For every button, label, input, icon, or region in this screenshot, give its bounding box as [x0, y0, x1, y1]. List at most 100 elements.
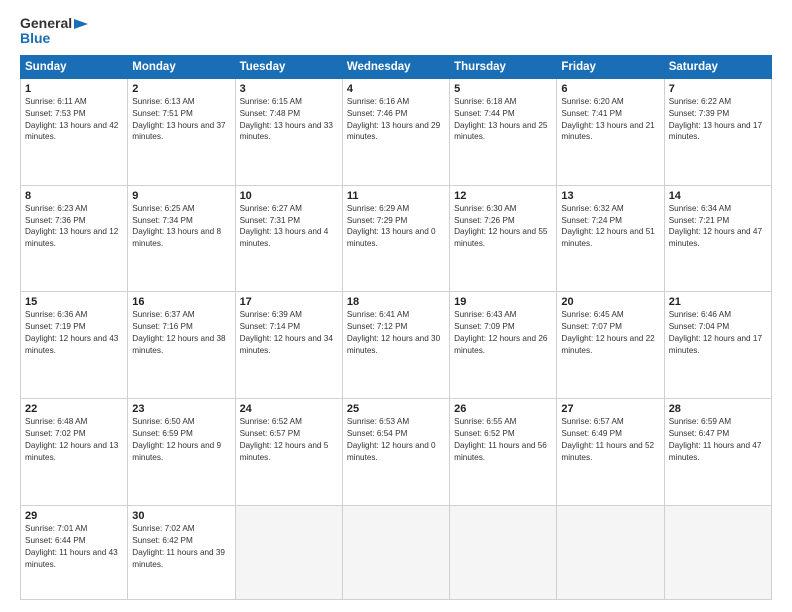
calendar-cell: 5Sunrise: 6:18 AMSunset: 7:44 PMDaylight… — [450, 78, 557, 185]
page: General Blue Sunday Monday Tuesday Wedne… — [0, 0, 792, 612]
day-detail: Sunrise: 6:57 AMSunset: 6:49 PMDaylight:… — [561, 416, 659, 464]
day-detail: Sunrise: 6:53 AMSunset: 6:54 PMDaylight:… — [347, 416, 445, 464]
day-number: 15 — [25, 296, 123, 308]
day-detail: Sunrise: 6:27 AMSunset: 7:31 PMDaylight:… — [240, 203, 338, 251]
day-detail: Sunrise: 6:39 AMSunset: 7:14 PMDaylight:… — [240, 309, 338, 357]
day-detail: Sunrise: 7:02 AMSunset: 6:42 PMDaylight:… — [132, 523, 230, 571]
day-number: 12 — [454, 190, 552, 202]
day-detail: Sunrise: 6:23 AMSunset: 7:36 PMDaylight:… — [25, 203, 123, 251]
day-number: 8 — [25, 190, 123, 202]
day-number: 18 — [347, 296, 445, 308]
day-number: 6 — [561, 83, 659, 95]
day-detail: Sunrise: 6:45 AMSunset: 7:07 PMDaylight:… — [561, 309, 659, 357]
calendar-cell: 28Sunrise: 6:59 AMSunset: 6:47 PMDayligh… — [664, 399, 771, 506]
day-number: 24 — [240, 403, 338, 415]
day-detail: Sunrise: 6:18 AMSunset: 7:44 PMDaylight:… — [454, 96, 552, 144]
calendar-cell: 23Sunrise: 6:50 AMSunset: 6:59 PMDayligh… — [128, 399, 235, 506]
day-detail: Sunrise: 7:01 AMSunset: 6:44 PMDaylight:… — [25, 523, 123, 571]
calendar-cell: 24Sunrise: 6:52 AMSunset: 6:57 PMDayligh… — [235, 399, 342, 506]
day-detail: Sunrise: 6:43 AMSunset: 7:09 PMDaylight:… — [454, 309, 552, 357]
col-friday: Friday — [557, 55, 664, 78]
day-number: 9 — [132, 190, 230, 202]
calendar-row: 29Sunrise: 7:01 AMSunset: 6:44 PMDayligh… — [21, 506, 772, 600]
day-detail: Sunrise: 6:13 AMSunset: 7:51 PMDaylight:… — [132, 96, 230, 144]
col-sunday: Sunday — [21, 55, 128, 78]
day-detail: Sunrise: 6:29 AMSunset: 7:29 PMDaylight:… — [347, 203, 445, 251]
calendar-cell: 14Sunrise: 6:34 AMSunset: 7:21 PMDayligh… — [664, 185, 771, 292]
calendar-cell: 17Sunrise: 6:39 AMSunset: 7:14 PMDayligh… — [235, 292, 342, 399]
day-detail: Sunrise: 6:30 AMSunset: 7:26 PMDaylight:… — [454, 203, 552, 251]
calendar-cell: 2Sunrise: 6:13 AMSunset: 7:51 PMDaylight… — [128, 78, 235, 185]
col-saturday: Saturday — [664, 55, 771, 78]
day-detail: Sunrise: 6:37 AMSunset: 7:16 PMDaylight:… — [132, 309, 230, 357]
calendar-cell: 4Sunrise: 6:16 AMSunset: 7:46 PMDaylight… — [342, 78, 449, 185]
calendar-cell: 27Sunrise: 6:57 AMSunset: 6:49 PMDayligh… — [557, 399, 664, 506]
day-number: 4 — [347, 83, 445, 95]
calendar-cell — [664, 506, 771, 600]
day-detail: Sunrise: 6:41 AMSunset: 7:12 PMDaylight:… — [347, 309, 445, 357]
calendar-cell: 7Sunrise: 6:22 AMSunset: 7:39 PMDaylight… — [664, 78, 771, 185]
day-detail: Sunrise: 6:22 AMSunset: 7:39 PMDaylight:… — [669, 96, 767, 144]
calendar-cell: 8Sunrise: 6:23 AMSunset: 7:36 PMDaylight… — [21, 185, 128, 292]
calendar-cell: 6Sunrise: 6:20 AMSunset: 7:41 PMDaylight… — [557, 78, 664, 185]
day-number: 21 — [669, 296, 767, 308]
calendar-row: 1Sunrise: 6:11 AMSunset: 7:53 PMDaylight… — [21, 78, 772, 185]
day-detail: Sunrise: 6:55 AMSunset: 6:52 PMDaylight:… — [454, 416, 552, 464]
day-number: 14 — [669, 190, 767, 202]
logo: General Blue — [20, 16, 88, 47]
calendar-cell: 19Sunrise: 6:43 AMSunset: 7:09 PMDayligh… — [450, 292, 557, 399]
day-number: 3 — [240, 83, 338, 95]
day-detail: Sunrise: 6:25 AMSunset: 7:34 PMDaylight:… — [132, 203, 230, 251]
day-number: 20 — [561, 296, 659, 308]
day-detail: Sunrise: 6:16 AMSunset: 7:46 PMDaylight:… — [347, 96, 445, 144]
calendar-cell: 11Sunrise: 6:29 AMSunset: 7:29 PMDayligh… — [342, 185, 449, 292]
calendar-cell: 25Sunrise: 6:53 AMSunset: 6:54 PMDayligh… — [342, 399, 449, 506]
day-detail: Sunrise: 6:48 AMSunset: 7:02 PMDaylight:… — [25, 416, 123, 464]
day-number: 29 — [25, 510, 123, 522]
calendar-cell: 1Sunrise: 6:11 AMSunset: 7:53 PMDaylight… — [21, 78, 128, 185]
day-detail: Sunrise: 6:46 AMSunset: 7:04 PMDaylight:… — [669, 309, 767, 357]
calendar-cell: 26Sunrise: 6:55 AMSunset: 6:52 PMDayligh… — [450, 399, 557, 506]
day-detail: Sunrise: 6:59 AMSunset: 6:47 PMDaylight:… — [669, 416, 767, 464]
day-detail: Sunrise: 6:15 AMSunset: 7:48 PMDaylight:… — [240, 96, 338, 144]
day-detail: Sunrise: 6:34 AMSunset: 7:21 PMDaylight:… — [669, 203, 767, 251]
day-detail: Sunrise: 6:32 AMSunset: 7:24 PMDaylight:… — [561, 203, 659, 251]
calendar-cell: 10Sunrise: 6:27 AMSunset: 7:31 PMDayligh… — [235, 185, 342, 292]
col-thursday: Thursday — [450, 55, 557, 78]
calendar-cell — [557, 506, 664, 600]
col-wednesday: Wednesday — [342, 55, 449, 78]
calendar-cell: 30Sunrise: 7:02 AMSunset: 6:42 PMDayligh… — [128, 506, 235, 600]
day-number: 30 — [132, 510, 230, 522]
day-number: 7 — [669, 83, 767, 95]
calendar-cell: 29Sunrise: 7:01 AMSunset: 6:44 PMDayligh… — [21, 506, 128, 600]
col-tuesday: Tuesday — [235, 55, 342, 78]
day-number: 25 — [347, 403, 445, 415]
calendar-cell — [342, 506, 449, 600]
calendar-cell: 18Sunrise: 6:41 AMSunset: 7:12 PMDayligh… — [342, 292, 449, 399]
calendar-row: 22Sunrise: 6:48 AMSunset: 7:02 PMDayligh… — [21, 399, 772, 506]
col-monday: Monday — [128, 55, 235, 78]
calendar-table: Sunday Monday Tuesday Wednesday Thursday… — [20, 55, 772, 600]
day-detail: Sunrise: 6:50 AMSunset: 6:59 PMDaylight:… — [132, 416, 230, 464]
day-number: 10 — [240, 190, 338, 202]
calendar-cell: 3Sunrise: 6:15 AMSunset: 7:48 PMDaylight… — [235, 78, 342, 185]
day-number: 19 — [454, 296, 552, 308]
calendar-cell: 9Sunrise: 6:25 AMSunset: 7:34 PMDaylight… — [128, 185, 235, 292]
day-number: 23 — [132, 403, 230, 415]
calendar-cell: 13Sunrise: 6:32 AMSunset: 7:24 PMDayligh… — [557, 185, 664, 292]
calendar-cell: 22Sunrise: 6:48 AMSunset: 7:02 PMDayligh… — [21, 399, 128, 506]
day-number: 27 — [561, 403, 659, 415]
calendar-row: 15Sunrise: 6:36 AMSunset: 7:19 PMDayligh… — [21, 292, 772, 399]
day-number: 17 — [240, 296, 338, 308]
day-number: 5 — [454, 83, 552, 95]
day-number: 28 — [669, 403, 767, 415]
day-number: 26 — [454, 403, 552, 415]
calendar-cell: 16Sunrise: 6:37 AMSunset: 7:16 PMDayligh… — [128, 292, 235, 399]
calendar-cell — [235, 506, 342, 600]
day-number: 11 — [347, 190, 445, 202]
day-number: 2 — [132, 83, 230, 95]
day-detail: Sunrise: 6:36 AMSunset: 7:19 PMDaylight:… — [25, 309, 123, 357]
day-number: 1 — [25, 83, 123, 95]
day-number: 22 — [25, 403, 123, 415]
day-number: 16 — [132, 296, 230, 308]
